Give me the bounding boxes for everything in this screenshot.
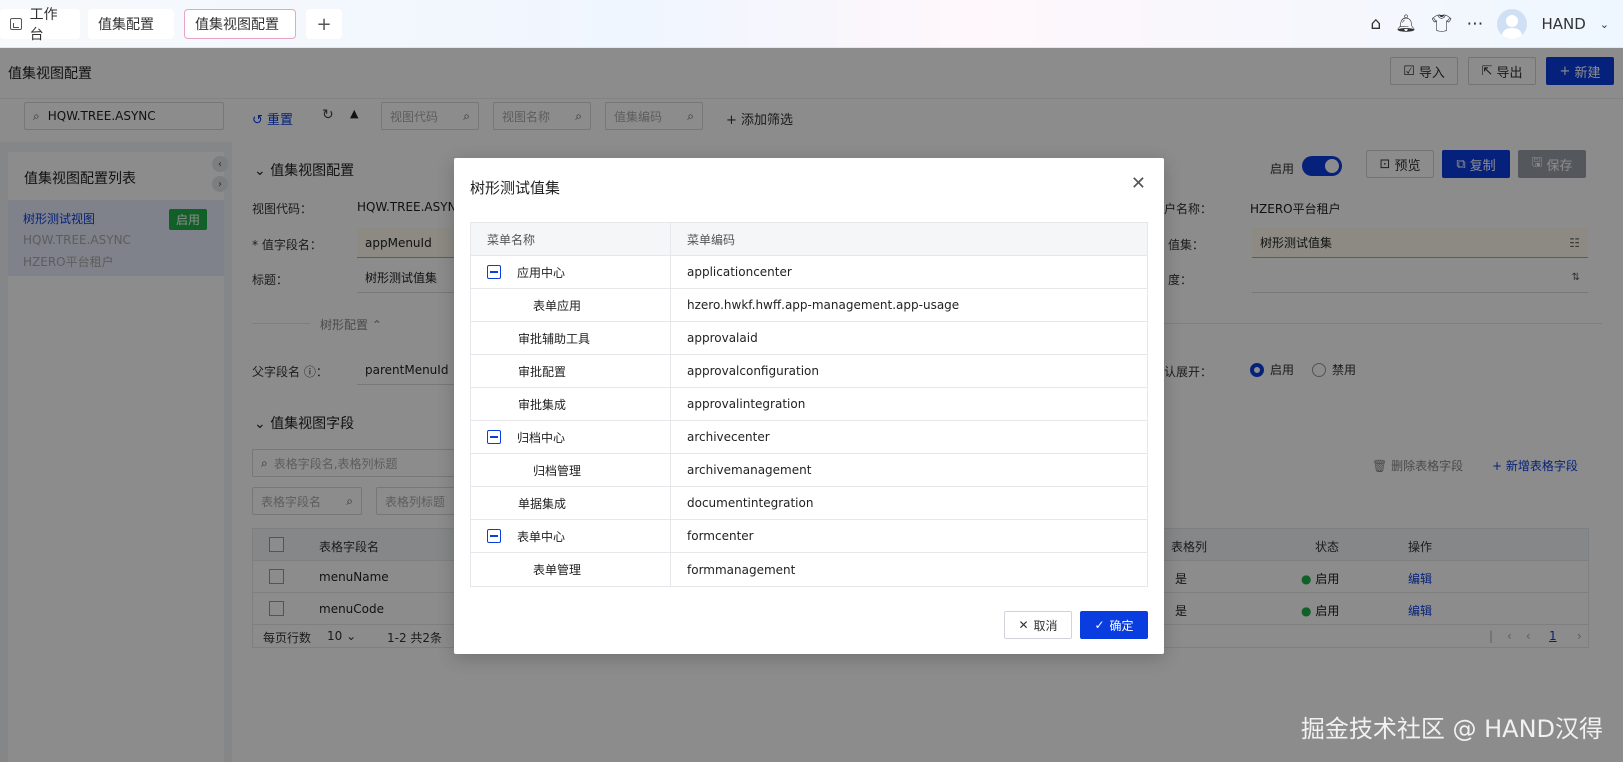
avatar[interactable]: [1497, 9, 1528, 39]
table-row[interactable]: 表单应用 hzero.hwkf.hwff.app-management.app-…: [471, 289, 1147, 322]
close-icon[interactable]: ✕: [1131, 173, 1146, 194]
table-row[interactable]: 审批辅助工具 approvalaid: [471, 322, 1147, 355]
collapse-toggle-icon[interactable]: [487, 265, 501, 279]
tab-valueset-config[interactable]: 值集配置: [88, 9, 174, 39]
collapse-toggle-icon[interactable]: [487, 430, 501, 444]
close-icon: ✕: [1018, 618, 1029, 632]
add-tab-button[interactable]: +: [306, 9, 342, 39]
table-row[interactable]: 归档管理 archivemanagement: [471, 454, 1147, 487]
tab-valueset-view-config[interactable]: 值集视图配置: [184, 9, 296, 39]
check-icon: ✓: [1094, 618, 1105, 632]
table-row[interactable]: 归档中心 archivecenter: [471, 421, 1147, 454]
chevron-down-icon[interactable]: ⌄: [1600, 18, 1609, 31]
top-bar: 工作台 值集配置 值集视图配置 + ⌂ 🔔︎ 👕︎ ⋯ HAND ⌄: [0, 0, 1623, 48]
table-row[interactable]: 审批集成 approvalintegration: [471, 388, 1147, 421]
table-row[interactable]: 表单管理 formmanagement: [471, 553, 1147, 586]
cancel-button[interactable]: ✕ 取消: [1004, 611, 1072, 639]
tree-lov-modal: 树形测试值集 ✕ 菜单名称 菜单编码 应用中心 applicationcente…: [454, 158, 1164, 654]
ok-button[interactable]: ✓ 确定: [1080, 611, 1148, 639]
tree-table-header: 菜单名称 菜单编码: [471, 223, 1147, 256]
table-row[interactable]: 应用中心 applicationcenter: [471, 256, 1147, 289]
home-icon[interactable]: ⌂: [1370, 14, 1381, 34]
shirt-icon[interactable]: 👕︎: [1431, 14, 1453, 34]
username[interactable]: HAND: [1541, 15, 1585, 33]
workbench-icon: [10, 18, 22, 30]
watermark: 掘金技术社区 @ HAND汉得: [1300, 715, 1603, 743]
modal-title: 树形测试值集: [470, 179, 561, 197]
bell-icon[interactable]: 🔔︎: [1395, 14, 1417, 34]
table-row[interactable]: 审批配置 approvalconfiguration: [471, 355, 1147, 388]
tree-table: 菜单名称 菜单编码 应用中心 applicationcenter 表单应用 hz…: [470, 222, 1148, 587]
table-row[interactable]: 单据集成 documentintegration: [471, 487, 1147, 520]
tab-workbench[interactable]: 工作台: [0, 7, 80, 43]
table-row[interactable]: 表单中心 formcenter: [471, 520, 1147, 553]
collapse-toggle-icon[interactable]: [487, 529, 501, 543]
more-icon[interactable]: ⋯: [1466, 14, 1483, 34]
